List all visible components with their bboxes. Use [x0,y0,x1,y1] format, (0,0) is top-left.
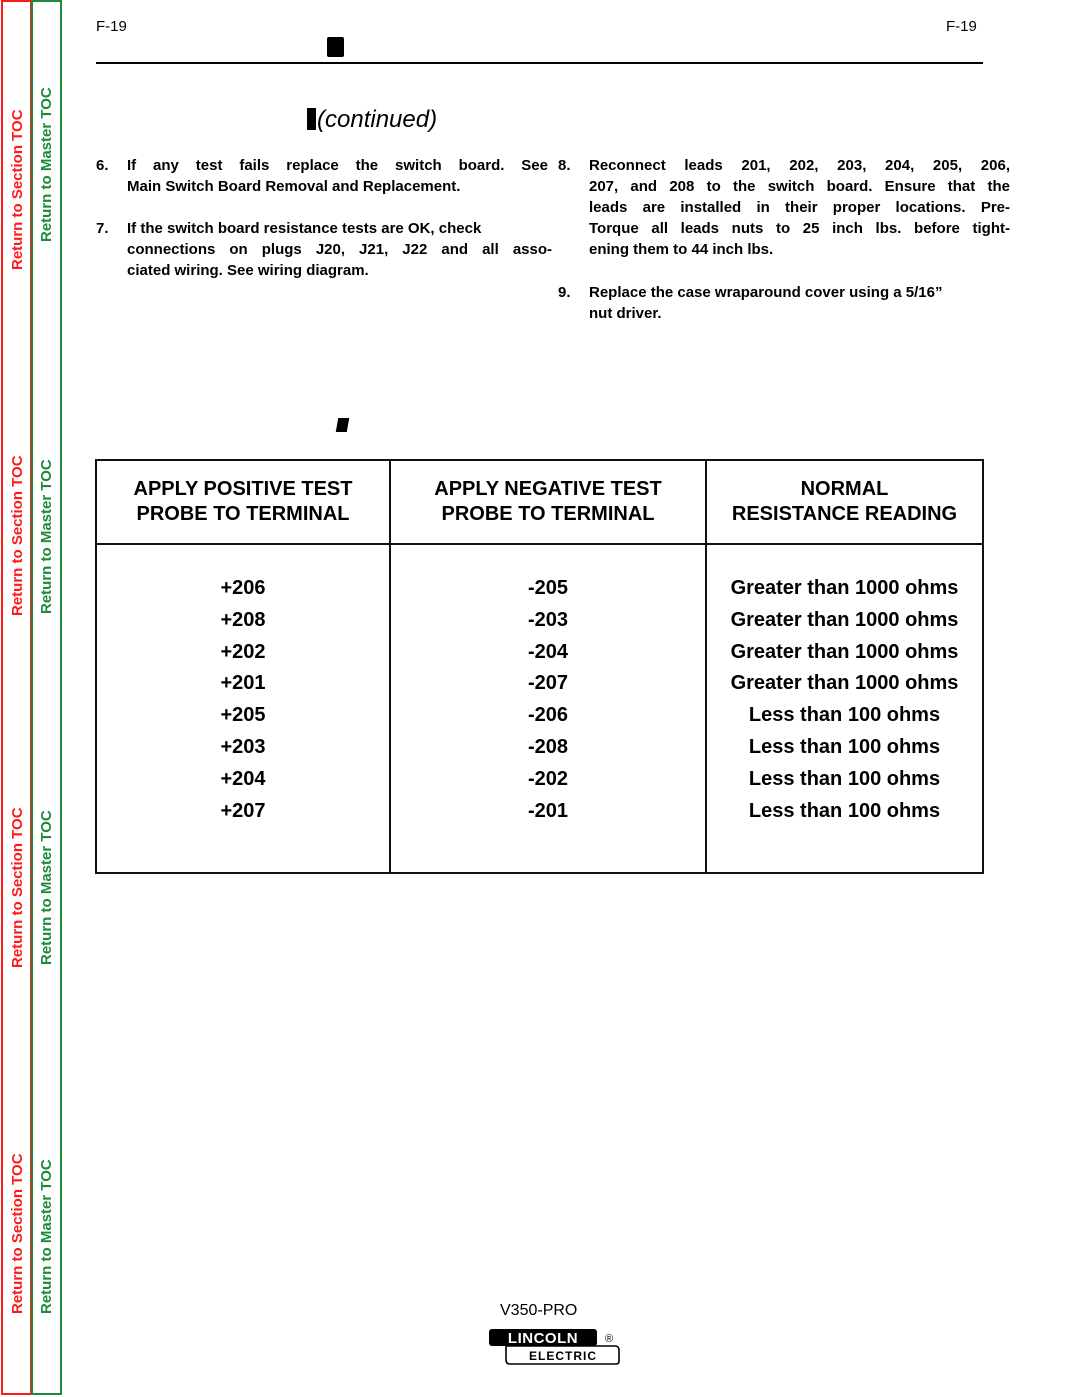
step-line: If the switch board resistance tests are… [127,220,482,237]
resistance-test-table: APPLY POSITIVE TEST PROBE TO TERMINAL AP… [95,459,984,874]
step-7: 7. If the switch board resistance tests … [96,218,552,281]
return-to-master-toc-link[interactable]: Return to Master TOC [38,810,55,965]
resistance-reading-cell: Less than 100 ohms [748,704,941,727]
step-line: 207, and 208 to the switch board. Ensure… [589,178,1010,195]
return-to-section-toc-link[interactable]: Return to Section TOC [9,455,26,616]
page-number-left: F-19 [96,18,127,35]
resistance-reading-cell: Less than 100 ohms [748,735,941,758]
negative-terminal-cell: -207 [527,672,569,695]
step-line: nut driver. [589,305,662,322]
header-positive-probe: APPLY POSITIVE TEST PROBE TO TERMINAL [95,459,391,545]
negative-probe-column: -205 -203 -204 -207 -206 -208 -202 -201 [389,543,707,874]
step-line: leads are installed in their proper loca… [589,199,1010,216]
header-divider [96,62,983,64]
step-line: ciated wiring. See wiring diagram. [127,262,369,279]
header-line: PROBE TO TERMINAL [136,503,350,525]
resistance-reading-cell: Less than 100 ohms [748,767,941,790]
model-name: V350-PRO [500,1302,578,1319]
logo-bottom-text: ELECTRIC [529,1349,597,1363]
header-resistance-reading: NORMAL RESISTANCE READING [705,459,984,545]
page-number-right: F-19 [946,18,977,35]
return-to-section-toc-link[interactable]: Return to Section TOC [9,807,26,968]
negative-terminal-cell: -201 [527,799,569,822]
table-caption-glyph [335,418,350,432]
header-line: APPLY POSITIVE TEST [133,478,353,500]
return-to-section-toc-link[interactable]: Return to Section TOC [9,1153,26,1314]
negative-terminal-cell: -202 [527,767,569,790]
header-line: PROBE TO TERMINAL [441,503,655,525]
positive-terminal-cell: +208 [220,608,266,631]
registered-mark-icon: ® [605,1333,613,1345]
subtitle-text: (continued) [317,106,438,133]
negative-terminal-cell: -203 [527,608,569,631]
step-line: If any test fails replace the switch boa… [127,157,548,174]
negative-terminal-cell: -208 [527,735,569,758]
positive-terminal-cell: +201 [220,672,266,695]
positive-terminal-cell: +204 [220,767,266,790]
return-to-master-toc-link[interactable]: Return to Master TOC [38,1159,55,1314]
return-to-master-toc-link[interactable]: Return to Master TOC [38,459,55,614]
resistance-reading-cell: Greater than 1000 ohms [730,577,959,599]
header-line: NORMAL [800,478,889,500]
positive-terminal-cell: +203 [220,735,266,758]
positive-terminal-cell: +207 [220,799,266,822]
step-line: ening them to 44 inch lbs. [589,241,774,258]
lincoln-electric-logo: LINCOLN ® ELECTRIC [489,1329,620,1365]
subtitle-glyph [307,108,316,130]
step-line: Torque all leads nuts to 25 inch lbs. be… [589,220,1010,237]
master-toc-strip: Return to Master TOC Return to Master TO… [31,0,62,1395]
resistance-reading-cell: Less than 100 ohms [748,799,941,822]
logo-top-text: LINCOLN [508,1330,578,1347]
resistance-reading-column: Greater than 1000 ohms Greater than 1000… [705,543,984,874]
positive-probe-column: +206 +208 +202 +201 +205 +203 +204 +207 [95,543,391,874]
step-number: 9. [558,284,571,301]
negative-terminal-cell: -206 [527,704,569,727]
table-header-row: APPLY POSITIVE TEST PROBE TO TERMINAL AP… [95,459,984,545]
step-line: Reconnect leads 201, 202, 203, 204, 205,… [589,157,1010,174]
header-line: APPLY NEGATIVE TEST [434,478,662,500]
header-negative-probe: APPLY NEGATIVE TEST PROBE TO TERMINAL [389,459,707,545]
section-toc-strip: Return to Section TOC Return to Section … [1,0,32,1395]
step-9: 9. Replace the case wraparound cover usi… [558,282,1010,324]
step-6: 6. If any test fails replace the switch … [96,155,548,197]
return-to-master-toc-link[interactable]: Return to Master TOC [38,87,55,242]
positive-terminal-cell: +206 [220,577,266,599]
resistance-reading-cell: Greater than 1000 ohms [730,640,959,663]
step-8: 8. Reconnect leads 201, 202, 203, 204, 2… [558,155,1010,260]
section-subtitle: (continued) [307,106,437,134]
return-to-section-toc-link[interactable]: Return to Section TOC [9,109,26,270]
page-title-glyph [327,37,344,57]
positive-terminal-cell: +202 [220,640,266,663]
step-number: 7. [96,220,109,237]
table-body: +206 +208 +202 +201 +205 +203 +204 +207 … [95,543,984,874]
negative-terminal-cell: -205 [527,577,569,599]
step-line: Replace the case wraparound cover using … [589,284,943,301]
step-line: Main Switch Board Removal and Replacemen… [127,178,461,195]
step-number: 6. [96,157,109,174]
step-line: connections on plugs J20, J21, J22 and a… [127,241,552,258]
resistance-reading-cell: Greater than 1000 ohms [730,608,959,631]
positive-terminal-cell: +205 [220,704,266,727]
negative-terminal-cell: -204 [527,640,569,663]
header-line: RESISTANCE READING [731,503,958,525]
resistance-reading-cell: Greater than 1000 ohms [730,672,959,695]
step-number: 8. [558,157,571,174]
